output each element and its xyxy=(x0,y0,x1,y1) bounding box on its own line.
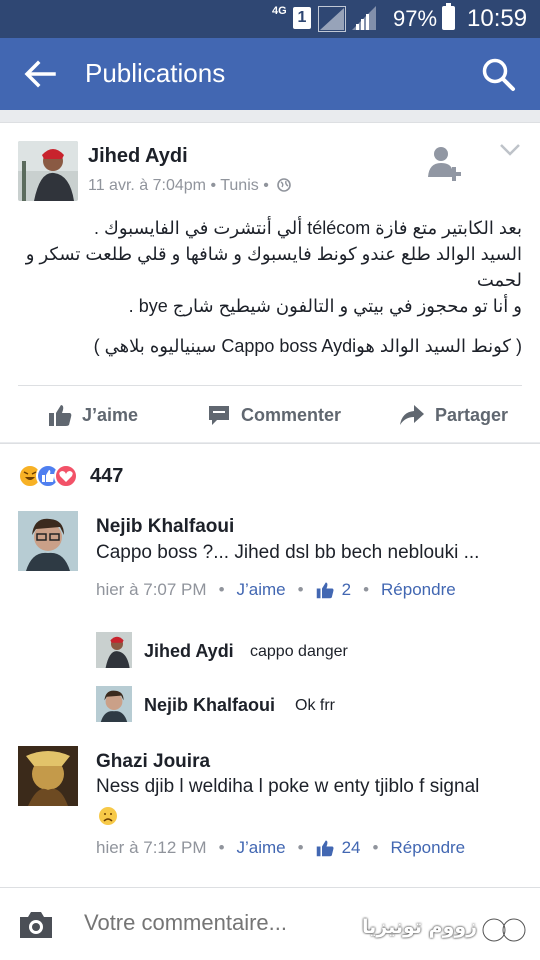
avatar[interactable] xyxy=(96,686,132,722)
post-meta: 11 avr. à 7:04pm • Tunis • xyxy=(88,177,292,195)
avatar[interactable] xyxy=(18,746,78,806)
watermark: زووم تونيزيا xyxy=(362,910,530,950)
clock: 10:59 xyxy=(467,5,528,32)
comment-text: Cappo boss ?... Jihed dsl bb bech neblou… xyxy=(96,542,480,563)
avatar[interactable] xyxy=(18,141,78,201)
comment-time[interactable]: hier à 7:12 PM xyxy=(96,838,207,858)
profile-photo xyxy=(18,746,78,806)
status-bar: 4G 1 97% 10:59 xyxy=(0,0,540,38)
reply-author[interactable]: Nejib Khalfaoui xyxy=(144,695,275,716)
profile-photo xyxy=(96,632,132,668)
comment-reply-link[interactable]: Répondre xyxy=(390,838,465,858)
comment-meta: hier à 7:12 PM • J’aime • 24 • Répondre xyxy=(96,838,466,858)
post-line: بعد الكابتير متع فازة télécom ألي أنتشرت… xyxy=(94,218,522,238)
reply-author[interactable]: Jihed Aydi xyxy=(144,641,234,662)
reaction-count: 447 xyxy=(90,464,124,487)
watermark-logo-icon xyxy=(481,911,527,943)
add-friend-icon[interactable] xyxy=(428,145,462,181)
share-arrow-icon xyxy=(400,405,424,425)
reply-text: Ok frr xyxy=(295,697,335,714)
search-icon[interactable] xyxy=(480,56,516,92)
post-date[interactable]: 11 avr. à 7:04pm xyxy=(88,177,206,194)
comment-text: Ness djib l weldiha l poke w enty tjiblo… xyxy=(96,776,480,797)
thumbs-up-icon xyxy=(49,405,72,426)
love-reaction-icon xyxy=(54,464,78,488)
comment-composer: زووم تونيزيا xyxy=(0,887,540,960)
avatar[interactable] xyxy=(18,511,78,571)
comment-author[interactable]: Ghazi Jouira xyxy=(96,751,210,773)
comment-icon xyxy=(209,406,229,425)
share-button[interactable]: Partager xyxy=(399,399,508,431)
post-author[interactable]: Jihed Aydi xyxy=(88,145,188,168)
comment-reply-link[interactable]: Répondre xyxy=(381,580,456,600)
battery-icon xyxy=(442,3,455,30)
share-label: Partager xyxy=(435,404,509,425)
thumbs-up-icon xyxy=(316,840,334,857)
comment-button[interactable]: Commenter xyxy=(207,399,341,431)
post-line: ( كونط السيد الوالد هوCappo boss Aydi سي… xyxy=(93,336,522,356)
post-line: و أنا تو محجوز في بيتي و التالفون شيطيح … xyxy=(128,296,522,316)
comment-like-count[interactable]: 24 xyxy=(342,838,361,858)
like-label: J’aime xyxy=(82,404,139,425)
app-bar: Publications xyxy=(0,38,540,110)
reply-text: cappo danger xyxy=(250,643,348,660)
disappointed-emoji-icon xyxy=(99,807,117,825)
avatar[interactable] xyxy=(96,632,132,668)
comments-section: 447 Nejib Khalfaoui Cappo boss ?... Jihe… xyxy=(0,443,540,887)
reactions-summary[interactable]: 447 xyxy=(18,462,123,490)
battery-percent: 97% xyxy=(393,6,438,31)
network-type: 4G xyxy=(272,5,287,17)
watermark-text: زووم تونيزيا xyxy=(362,916,478,938)
thumbs-up-icon xyxy=(316,582,334,599)
post-line: السيد الوالد طلع عندو كونط فايسبوك و شاف… xyxy=(25,244,522,290)
globe-icon xyxy=(277,178,292,192)
sim-indicator: 1 xyxy=(293,7,311,29)
comment-like-link[interactable]: J’aime xyxy=(237,580,286,600)
chevron-down-icon[interactable] xyxy=(499,143,521,157)
post-body: بعد الكابتير متع فازة télécom ألي أنتشرت… xyxy=(18,215,522,359)
profile-photo xyxy=(18,511,78,571)
comment-input[interactable] xyxy=(84,910,354,936)
post-card: Jihed Aydi 11 avr. à 7:04pm • Tunis • بع… xyxy=(0,122,540,442)
comment-label: Commenter xyxy=(241,404,342,425)
page-title: Publications xyxy=(85,58,226,88)
profile-photo xyxy=(18,141,78,201)
signal-bars-icon xyxy=(352,6,376,30)
comment-time[interactable]: hier à 7:07 PM xyxy=(96,580,207,600)
camera-icon[interactable] xyxy=(18,910,54,940)
comment-author[interactable]: Nejib Khalfaoui xyxy=(96,516,234,538)
comment-like-link[interactable]: J’aime xyxy=(237,838,286,858)
post-location[interactable]: Tunis xyxy=(220,177,259,194)
like-button[interactable]: J’aime xyxy=(48,399,138,431)
comment-like-count[interactable]: 2 xyxy=(342,580,351,600)
signal-strength-icon xyxy=(318,6,346,32)
profile-photo xyxy=(96,686,132,722)
divider xyxy=(18,385,522,386)
back-arrow-icon[interactable] xyxy=(24,60,56,88)
comment-meta: hier à 7:07 PM • J’aime • 2 • Répondre xyxy=(96,580,456,600)
